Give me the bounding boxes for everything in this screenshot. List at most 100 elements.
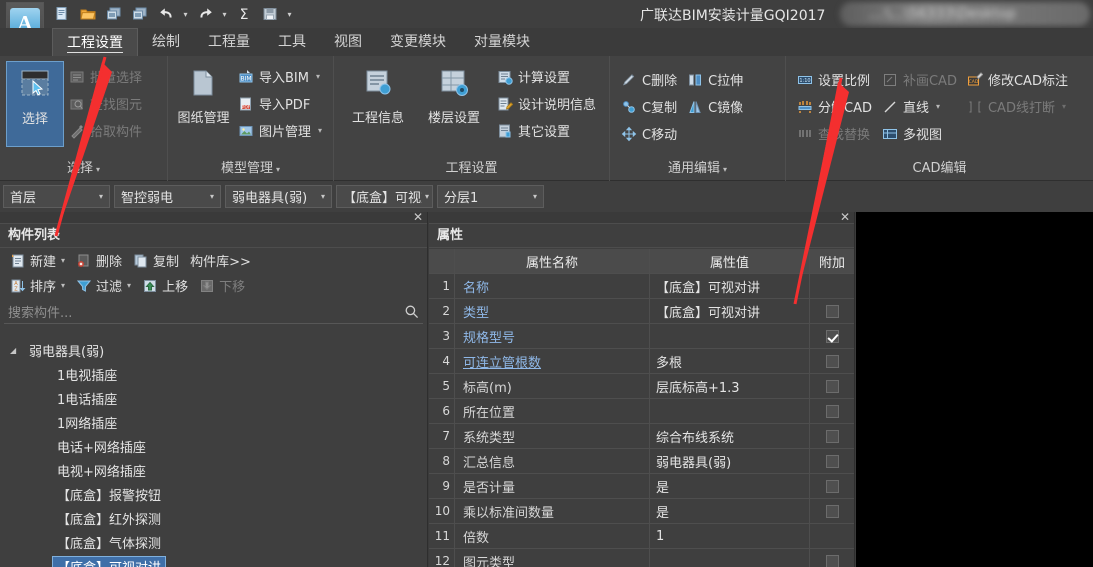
row-value-cell[interactable]: 【底盒】可视对讲 — [650, 299, 810, 323]
move-down-button[interactable]: 下移 — [195, 275, 249, 297]
import-pdf-button[interactable]: PDF 导入PDF — [233, 90, 327, 117]
row-value-cell[interactable]: 综合布线系统 — [650, 424, 810, 448]
search-icon[interactable] — [404, 304, 419, 323]
ribbon-group-common-footer[interactable]: 通用编辑 ▾ — [610, 157, 785, 181]
category-combo[interactable]: 弱电器具(弱) ▾ — [225, 185, 332, 208]
search-component-input[interactable]: 搜索构件... — [4, 300, 423, 324]
chevron-expanded-icon[interactable]: ◢ — [10, 346, 24, 355]
copy-component-button[interactable]: 复制 — [129, 250, 183, 272]
save-icon[interactable] — [258, 3, 282, 25]
import-bim-button[interactable]: BIM 导入BIM ▾ — [233, 63, 327, 90]
table-row[interactable]: 4 可连立管根数 多根 — [429, 349, 854, 374]
table-row[interactable]: 1 名称 【底盒】可视对讲 — [429, 274, 854, 299]
close-icon[interactable]: ✕ — [840, 210, 850, 224]
c-copy-button[interactable]: C复制 — [616, 93, 682, 120]
component-library-link[interactable]: 构件库>> — [186, 251, 255, 270]
filter-button[interactable]: 过滤 ▾ — [72, 275, 135, 297]
row-value-cell[interactable]: 【底盒】可视对讲 — [650, 274, 810, 298]
image-manage-button[interactable]: 图片管理 ▾ — [233, 117, 327, 144]
row-value-cell[interactable]: 1 — [650, 524, 810, 548]
tab-duiliangmokuai[interactable]: 对量模块 — [460, 28, 544, 56]
row-value-cell[interactable] — [650, 324, 810, 348]
ribbon-group-select-footer[interactable]: 选择 ▾ — [0, 157, 167, 181]
tree-item-gas-detector[interactable]: 【底盒】气体探测 — [0, 530, 427, 554]
sort-button[interactable]: AZ 排序 ▾ — [6, 275, 69, 297]
tree-item-video-intercom[interactable]: 【底盒】可视对讲 — [0, 554, 427, 567]
c-move-button[interactable]: C移动 — [616, 120, 682, 147]
tree-item-phone-socket[interactable]: 1电话插座 — [0, 386, 427, 410]
c-delete-button[interactable]: C删除 — [616, 66, 682, 93]
table-row[interactable]: 8 汇总信息 弱电器具(弱) — [429, 449, 854, 474]
batch-select-button[interactable]: 批量选择 — [64, 63, 147, 90]
table-row[interactable]: 9 是否计量 是 — [429, 474, 854, 499]
row-value-cell[interactable] — [650, 399, 810, 423]
attach-checkbox[interactable] — [825, 429, 839, 443]
table-row[interactable]: 10 乘以标准间数量 是 — [429, 499, 854, 524]
new-component-button[interactable]: 新建 ▾ — [6, 250, 69, 272]
pick-component-button[interactable]: 拾取构件 — [64, 117, 147, 144]
open-folder-icon[interactable] — [76, 3, 100, 25]
row-value-cell[interactable] — [650, 549, 810, 567]
c-stretch-button[interactable]: C拉伸 — [682, 66, 748, 93]
attach-checkbox[interactable] — [825, 329, 839, 343]
design-note-button[interactable]: 设计说明信息 — [492, 90, 601, 117]
attach-checkbox[interactable] — [825, 454, 839, 468]
set-scale-button[interactable]: 1:10 设置比例 — [792, 66, 877, 93]
row-value-cell[interactable]: 层底标高+1.3 — [650, 374, 810, 398]
row-value-cell[interactable]: 多根 — [650, 349, 810, 373]
table-row[interactable]: 5 标高(m) 层底标高+1.3 — [429, 374, 854, 399]
attach-checkbox[interactable] — [825, 304, 839, 318]
break-cad-line-button[interactable]: CAD线打断 ▾ — [962, 93, 1073, 120]
tab-biangengmokuai[interactable]: 变更模块 — [376, 28, 460, 56]
tree-item-tv-socket[interactable]: 1电视插座 — [0, 362, 427, 386]
save-as-window-icon[interactable] — [102, 3, 126, 25]
edit-cad-dim-button[interactable]: CAD 修改CAD标注 — [962, 66, 1073, 93]
tree-item-tv-network-socket[interactable]: 电视+网络插座 — [0, 458, 427, 482]
other-setting-button[interactable]: 其它设置 — [492, 117, 601, 144]
table-row[interactable]: 7 系统类型 综合布线系统 — [429, 424, 854, 449]
line-button[interactable]: 直线 ▾ — [877, 93, 962, 120]
attach-checkbox[interactable] — [825, 404, 839, 418]
tab-shitu[interactable]: 视图 — [320, 28, 376, 56]
table-row[interactable]: 11 倍数 1 — [429, 524, 854, 549]
row-value-cell[interactable]: 是 — [650, 474, 810, 498]
project-info-button[interactable]: 工程信息 — [340, 61, 416, 147]
new-file-icon[interactable] — [50, 3, 74, 25]
undo-dropdown-icon[interactable]: ▾ — [180, 3, 191, 25]
drawing-manage-button[interactable]: 图纸管理 — [174, 61, 233, 147]
c-mirror-button[interactable]: C镜像 — [682, 93, 748, 120]
floor-combo[interactable]: 首层 ▾ — [3, 185, 110, 208]
tree-root-node[interactable]: ◢ 弱电器具(弱) — [0, 338, 427, 362]
row-value-cell[interactable]: 弱电器具(弱) — [650, 449, 810, 473]
attach-checkbox[interactable] — [825, 479, 839, 493]
redo-icon[interactable] — [193, 3, 217, 25]
window-copy-icon[interactable] — [128, 3, 152, 25]
find-replace-button[interactable]: 查找替换 — [792, 120, 877, 147]
attach-checkbox[interactable] — [825, 379, 839, 393]
select-tool-button[interactable]: 选择 — [6, 61, 64, 147]
more-dropdown-icon[interactable]: ▾ — [284, 3, 295, 25]
tree-item-alarm-button[interactable]: 【底盒】报警按钮 — [0, 482, 427, 506]
multi-view-button[interactable]: 多视图 — [877, 120, 962, 147]
layer-combo[interactable]: 分层1 ▾ — [437, 185, 544, 208]
tab-gongju[interactable]: 工具 — [264, 28, 320, 56]
undo-icon[interactable] — [154, 3, 178, 25]
explode-cad-button[interactable]: 分解CAD — [792, 93, 877, 120]
tab-gongchengshezhi[interactable]: 工程设置 — [52, 28, 138, 56]
tab-gongchengliang[interactable]: 工程量 — [194, 28, 264, 56]
table-row[interactable]: 6 所在位置 — [429, 399, 854, 424]
tree-item-network-socket[interactable]: 1网络插座 — [0, 410, 427, 434]
find-element-button[interactable]: 查找图元 — [64, 90, 147, 117]
close-icon[interactable]: ✕ — [413, 210, 423, 224]
tree-item-phone-network-socket[interactable]: 电话+网络插座 — [0, 434, 427, 458]
delete-component-button[interactable]: 删除 — [72, 250, 126, 272]
calc-setting-button[interactable]: 计算设置 — [492, 63, 601, 90]
attach-checkbox[interactable] — [825, 354, 839, 368]
draw-cad-button[interactable]: 补画CAD — [877, 66, 962, 93]
attach-checkbox[interactable] — [825, 554, 839, 567]
table-row[interactable]: 2 类型 【底盒】可视对讲 — [429, 299, 854, 324]
sum-icon[interactable]: Σ — [232, 3, 256, 25]
drawing-canvas[interactable] — [856, 212, 1093, 567]
row-value-cell[interactable]: 是 — [650, 499, 810, 523]
ribbon-group-model-footer[interactable]: 模型管理 ▾ — [168, 157, 333, 181]
